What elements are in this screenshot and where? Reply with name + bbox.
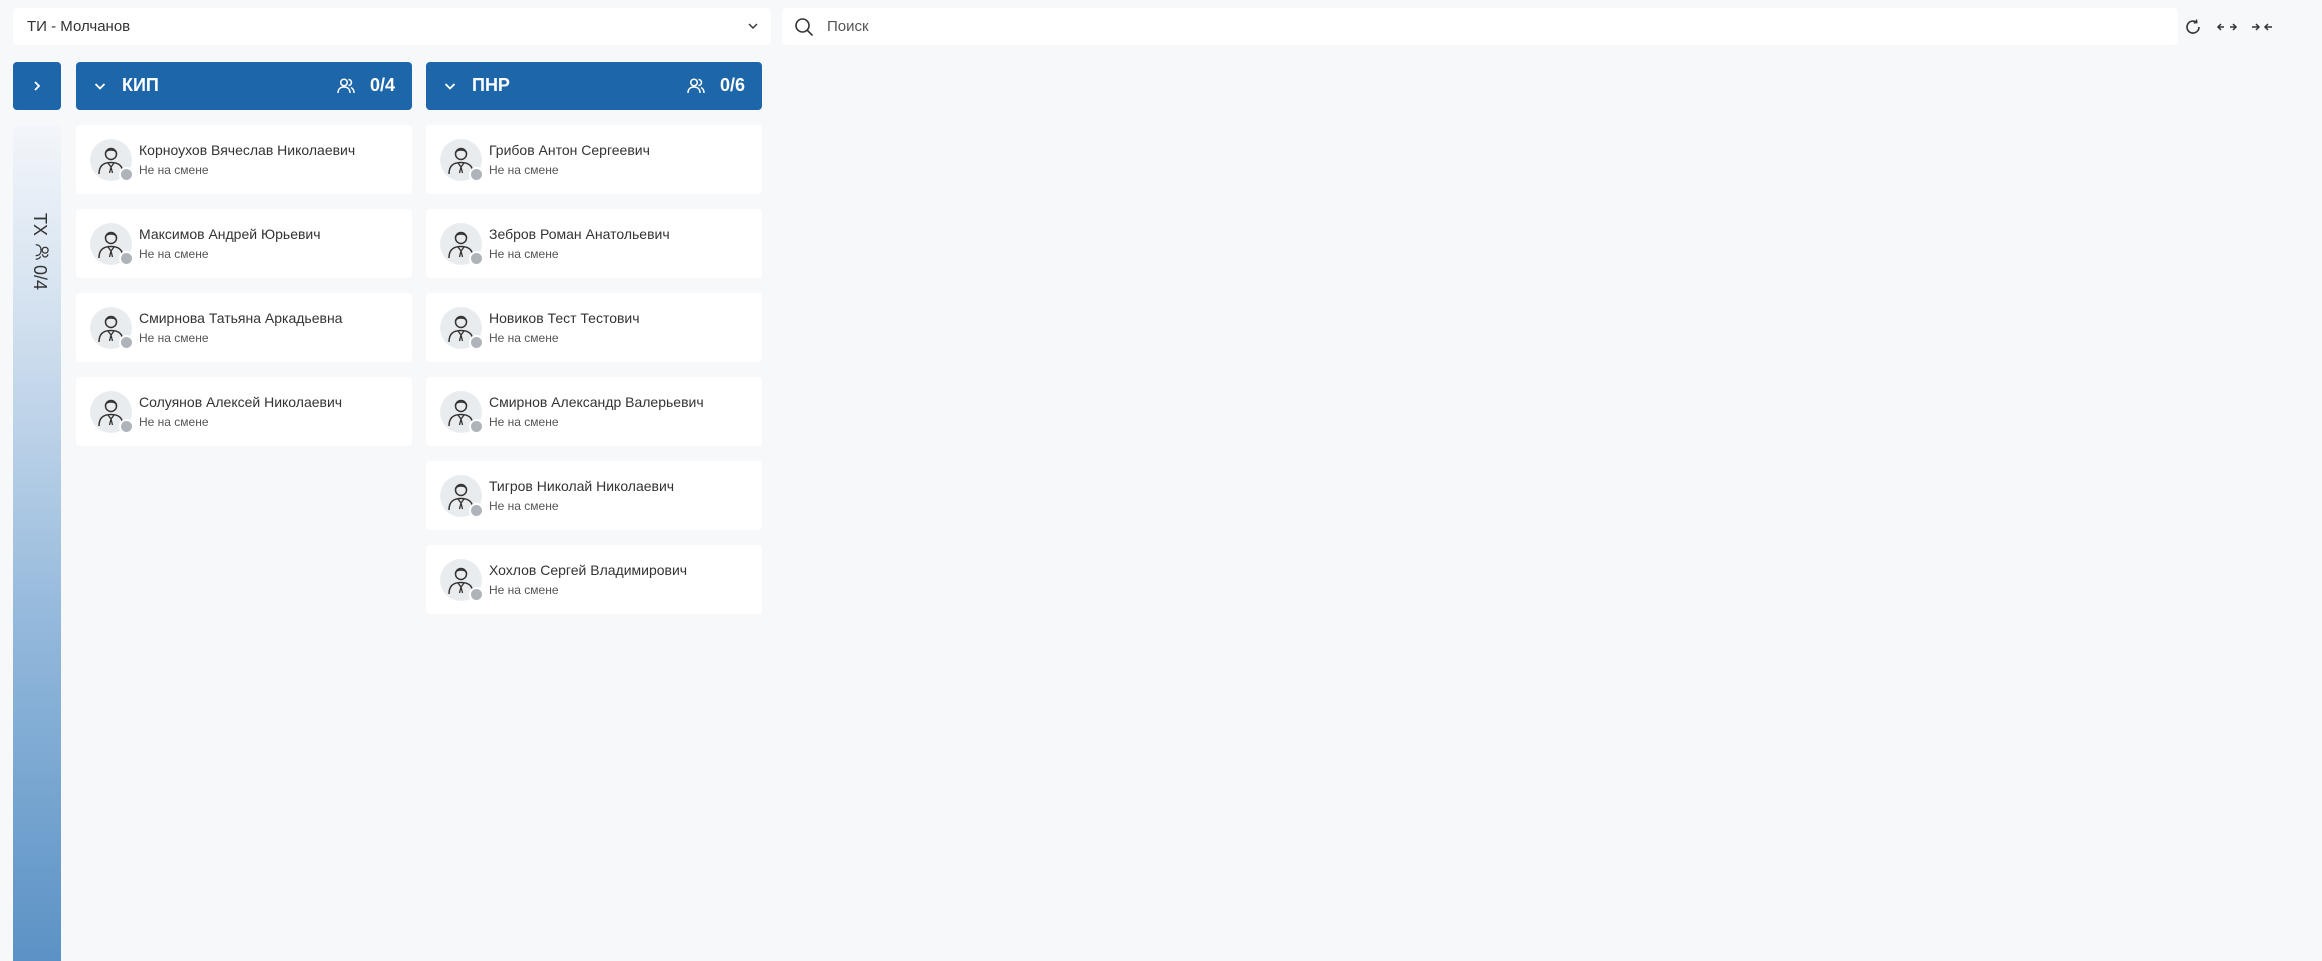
member-status: Не на смене bbox=[139, 415, 209, 429]
member-name: Зебров Роман Анатольевич bbox=[489, 226, 670, 242]
member-card[interactable]: Грибов Антон Сергеевич Не на смене bbox=[426, 125, 762, 194]
users-icon bbox=[687, 78, 705, 94]
member-status: Не на смене bbox=[139, 247, 209, 261]
status-dot bbox=[469, 587, 484, 602]
group-count: 0/6 bbox=[719, 75, 745, 95]
users-icon bbox=[337, 78, 355, 94]
search-box bbox=[782, 8, 2178, 45]
group-header[interactable]: КИП 0/4 bbox=[76, 62, 412, 110]
member-name: Тигров Николай Николаевич bbox=[489, 478, 675, 494]
member-name: Максимов Андрей Юрьевич bbox=[139, 226, 321, 242]
status-dot bbox=[469, 167, 484, 182]
users-icon bbox=[35, 244, 49, 260]
status-dot bbox=[119, 419, 134, 434]
member-status: Не на смене bbox=[489, 163, 559, 177]
member-card[interactable]: Смирнова Татьяна Аркадьевна Не на смене bbox=[76, 293, 412, 362]
group-title: ПНР bbox=[472, 75, 510, 95]
member-name: Грибов Антон Сергеевич bbox=[489, 142, 650, 158]
chevron-down-icon[interactable] bbox=[92, 78, 108, 94]
collapsed-group-count: 0/4 bbox=[30, 265, 50, 291]
member-name: Смирнова Татьяна Аркадьевна bbox=[139, 310, 343, 326]
collapsed-group-label: ТХ bbox=[30, 213, 50, 237]
member-name: Солуянов Алексей Николаевич bbox=[139, 394, 343, 410]
member-card[interactable]: Тигров Николай Николаевич Не на смене bbox=[426, 461, 762, 530]
member-card[interactable]: Хохлов Сергей Владимирович Не на смене bbox=[426, 545, 762, 614]
top-bar: ТИ - Молчанов bbox=[13, 8, 2322, 45]
member-status: Не на смене bbox=[139, 331, 209, 345]
member-status: Не на смене bbox=[489, 583, 559, 597]
member-card[interactable]: Новиков Тест Тестович Не на смене bbox=[426, 293, 762, 362]
team-select[interactable]: ТИ - Молчанов bbox=[13, 8, 771, 45]
group-header[interactable]: ПНР 0/6 bbox=[426, 62, 762, 110]
expand-all-icon[interactable] bbox=[2216, 16, 2238, 38]
member-status: Не на смене bbox=[489, 499, 559, 513]
member-status: Не на смене bbox=[489, 415, 559, 429]
member-card[interactable]: Зебров Роман Анатольевич Не на смене bbox=[426, 209, 762, 278]
group-column: КИП 0/4 Корноухов Вячеслав Николаевич Не… bbox=[76, 62, 412, 446]
status-dot bbox=[469, 335, 484, 350]
member-name: Корноухов Вячеслав Николаевич bbox=[139, 142, 356, 158]
member-name: Смирнов Александр Валерьевич bbox=[489, 394, 704, 410]
member-status: Не на смене bbox=[489, 331, 559, 345]
member-card[interactable]: Максимов Андрей Юрьевич Не на смене bbox=[76, 209, 412, 278]
status-dot bbox=[469, 503, 484, 518]
member-card[interactable]: Солуянов Алексей Николаевич Не на смене bbox=[76, 377, 412, 446]
search-icon bbox=[795, 18, 813, 36]
status-dot bbox=[119, 251, 134, 266]
status-dot bbox=[469, 251, 484, 266]
chevron-down-icon[interactable] bbox=[442, 78, 458, 94]
collapse-all-icon[interactable] bbox=[2251, 16, 2273, 38]
refresh-icon[interactable] bbox=[2182, 16, 2204, 38]
member-card[interactable]: Смирнов Александр Валерьевич Не на смене bbox=[426, 377, 762, 446]
collapsed-group-strip[interactable]: ТХ 0/4 bbox=[13, 125, 61, 961]
search-input[interactable] bbox=[827, 8, 2157, 45]
member-name: Новиков Тест Тестович bbox=[489, 310, 640, 326]
expand-group-button[interactable] bbox=[13, 62, 61, 110]
group-column: ПНР 0/6 Грибов Антон Сергеевич Не на сме… bbox=[426, 62, 762, 614]
member-name: Хохлов Сергей Владимирович bbox=[489, 562, 688, 578]
status-dot bbox=[119, 335, 134, 350]
status-dot bbox=[469, 419, 484, 434]
team-select-value: ТИ - Молчанов bbox=[27, 18, 131, 35]
chevron-down-icon bbox=[748, 23, 758, 29]
group-title: КИП bbox=[122, 75, 159, 95]
member-status: Не на смене bbox=[139, 163, 209, 177]
member-status: Не на смене bbox=[489, 247, 559, 261]
chevron-right-icon bbox=[34, 81, 41, 91]
group-count: 0/4 bbox=[369, 75, 395, 95]
collapsed-group: ТХ 0/4 bbox=[13, 62, 61, 961]
member-card[interactable]: Корноухов Вячеслав Николаевич Не на смен… bbox=[76, 125, 412, 194]
status-dot bbox=[119, 167, 134, 182]
